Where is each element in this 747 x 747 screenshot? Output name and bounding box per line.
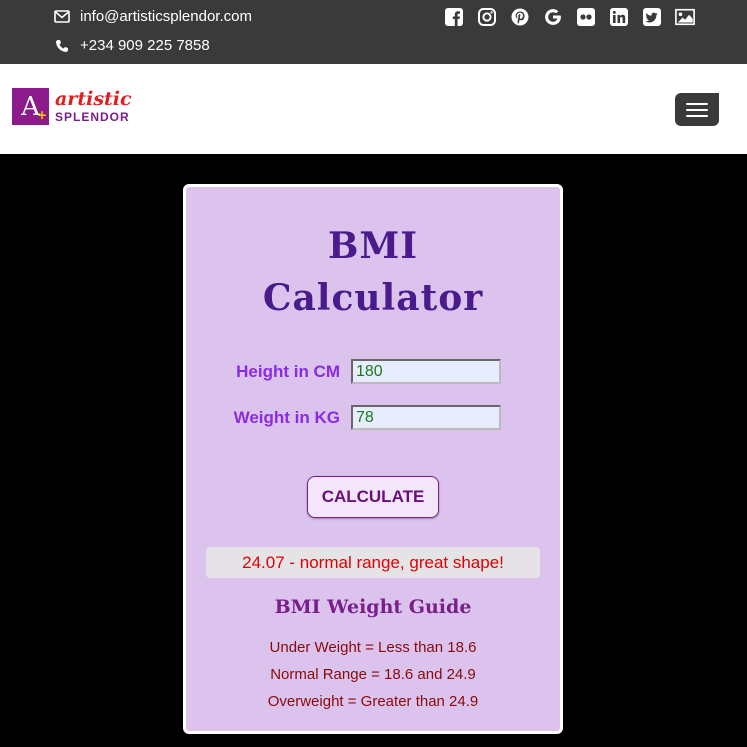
weight-input[interactable]	[351, 405, 501, 430]
facebook-icon[interactable]	[444, 8, 464, 26]
top-contact-bar: info@artisticsplendor.com +234 909 225 7…	[0, 0, 747, 64]
envelope-icon	[54, 9, 70, 25]
hamburger-bar	[686, 114, 708, 117]
site-header: A + artistic SPLENDOR	[0, 64, 747, 154]
email-contact[interactable]: info@artisticsplendor.com	[54, 8, 252, 25]
calculator-title-line1: BMI	[327, 225, 419, 267]
weight-label: Weight in KG	[233, 407, 340, 427]
bmi-calculator-card: BMI Calculator Height in CM Weight in KG…	[183, 184, 563, 734]
phone-text[interactable]: +234 909 225 7858	[80, 37, 210, 54]
flickr-icon[interactable]	[576, 8, 596, 26]
site-logo[interactable]: A + artistic SPLENDOR	[12, 88, 132, 125]
hamburger-menu-button[interactable]	[675, 93, 719, 126]
logo-mark: A +	[12, 88, 49, 125]
bmi-result: 24.07 - normal range, great shape!	[206, 547, 540, 578]
logo-text: artistic SPLENDOR	[55, 88, 132, 124]
hamburger-bar	[686, 102, 708, 105]
instagram-icon[interactable]	[477, 8, 497, 26]
guide-line-underweight: Under Weight = Less than 18.6	[269, 639, 477, 656]
hamburger-bar	[686, 108, 708, 111]
calculate-button[interactable]: CALCULATE	[307, 476, 439, 518]
linkedin-icon[interactable]	[609, 8, 629, 26]
calculator-title-line2: Calculator	[262, 277, 484, 319]
twitter-icon[interactable]	[642, 8, 662, 26]
height-input[interactable]	[351, 359, 501, 384]
height-label: Height in CM	[236, 361, 340, 381]
logo-line2: SPLENDOR	[55, 110, 130, 124]
logo-plus-icon: +	[36, 108, 47, 122]
phone-icon	[54, 38, 70, 54]
weight-guide-title: BMI Weight Guide	[274, 596, 472, 618]
email-text[interactable]: info@artisticsplendor.com	[80, 8, 252, 25]
phone-contact[interactable]: +234 909 225 7858	[54, 37, 210, 54]
logo-line1: artistic	[55, 88, 132, 110]
weight-row: Weight in KG	[186, 405, 560, 430]
google-icon[interactable]	[543, 8, 563, 26]
guide-line-normal: Normal Range = 18.6 and 24.9	[270, 666, 476, 683]
image-gallery-icon[interactable]	[675, 8, 695, 26]
height-row: Height in CM	[186, 359, 560, 384]
social-links	[444, 8, 695, 26]
pinterest-icon[interactable]	[510, 8, 530, 26]
guide-line-overweight: Overweight = Greater than 24.9	[267, 693, 479, 710]
